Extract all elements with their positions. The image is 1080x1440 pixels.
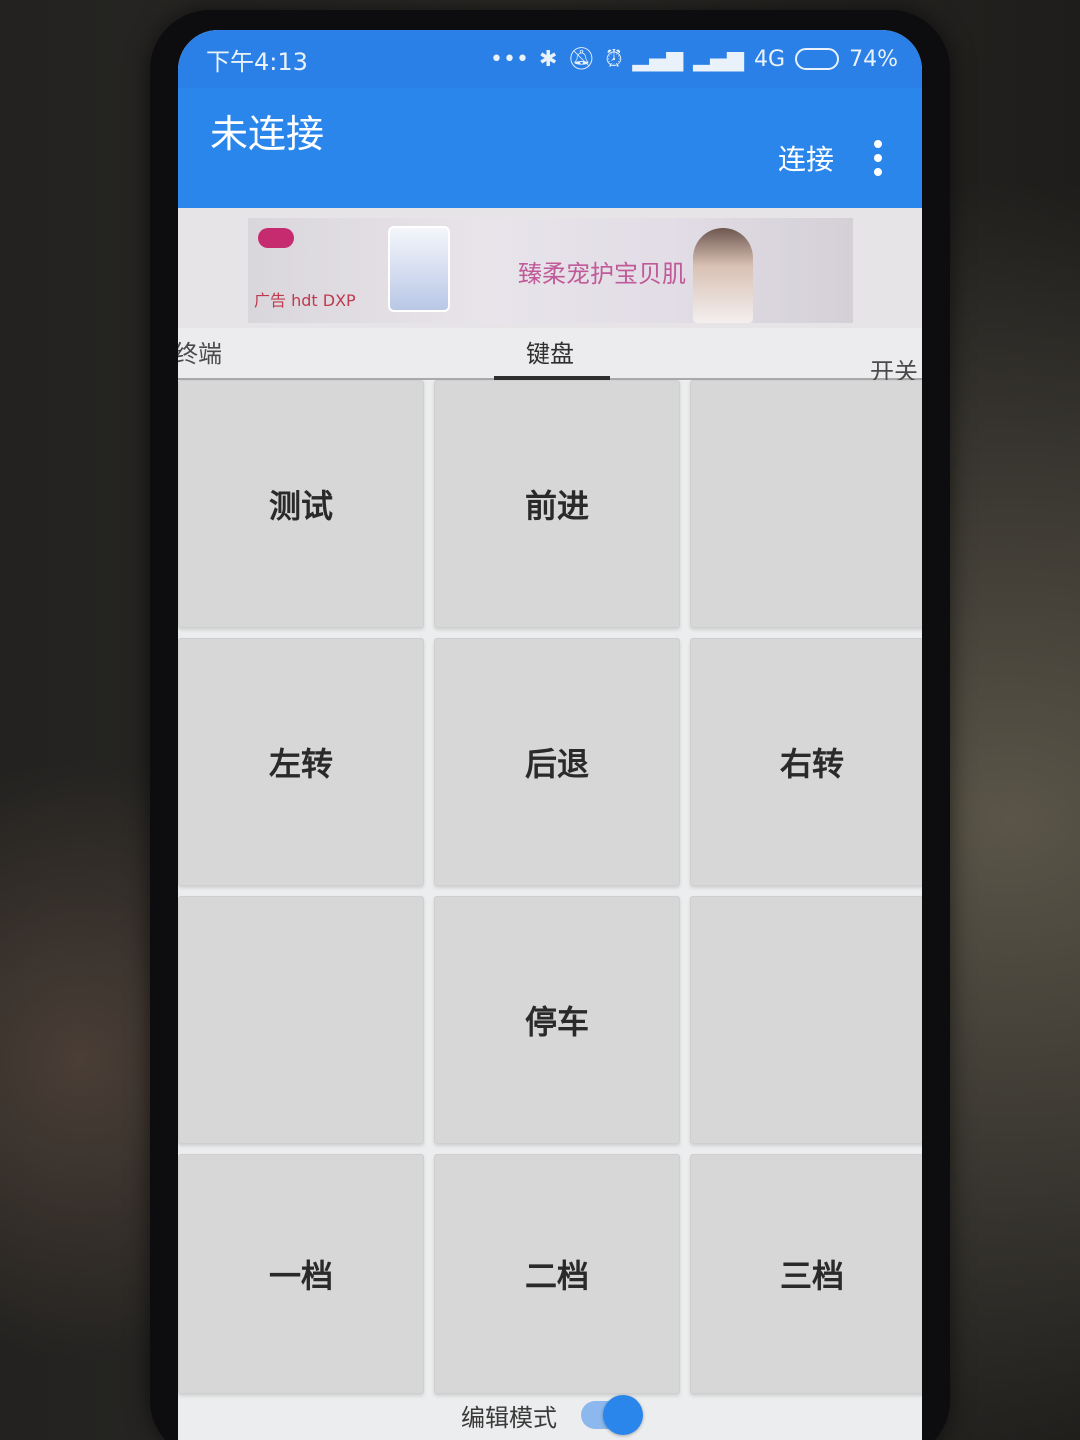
ad-brand-text: 广告 hdt DXP <box>254 291 356 310</box>
toggle-thumb <box>603 1395 643 1435</box>
key-empty-2[interactable] <box>178 896 424 1144</box>
edit-mode-label: 编辑模式 <box>461 1403 557 1432</box>
battery-icon <box>795 48 840 70</box>
key-forward[interactable]: 前进 <box>434 380 680 628</box>
footer: 编辑模式 <box>178 1380 922 1440</box>
status-time: 下午4:13 <box>206 47 308 76</box>
battery-percent: 74% <box>849 46 898 72</box>
network-type: 4G <box>754 46 786 72</box>
keypad-grid: 测试 前进 左转 后退 右转 停车 一档 二档 三档 <box>178 380 922 1400</box>
key-backward[interactable]: 后退 <box>434 638 680 886</box>
ad-photo <box>693 228 753 323</box>
key-stop[interactable]: 停车 <box>434 896 680 1144</box>
bluetooth-icon: ✱ <box>538 46 558 72</box>
edit-mode-toggle[interactable] <box>581 1395 643 1435</box>
status-bar: 下午4:13 ••• ✱ 🔕︎ ⏰︎ ▂▄▆ ▂▄▆ 4G 74% <box>178 30 922 88</box>
brand-logo <box>258 228 294 248</box>
tab-keyboard[interactable]: 键盘 <box>526 334 574 369</box>
connect-button[interactable]: 连接 <box>778 138 834 178</box>
signal-icon: ▂▄▆ <box>632 46 684 72</box>
key-test[interactable]: 测试 <box>178 380 424 628</box>
tab-terminal[interactable]: 终端 <box>178 334 222 369</box>
app-bar: 未连接 连接 <box>178 88 922 208</box>
mute-icon: 🔕︎ <box>567 46 596 72</box>
more-dots-icon: ••• <box>490 46 529 72</box>
key-gear-3[interactable]: 三档 <box>690 1154 922 1394</box>
key-turn-right[interactable]: 右转 <box>690 638 922 886</box>
key-gear-1[interactable]: 一档 <box>178 1154 424 1394</box>
signal-icon: ▂▄▆ <box>693 46 745 72</box>
key-empty-3[interactable] <box>690 896 922 1144</box>
phone-screen: 下午4:13 ••• ✱ 🔕︎ ⏰︎ ▂▄▆ ▂▄▆ 4G 74% 未连接 连接… <box>178 30 922 1440</box>
overflow-menu-icon[interactable] <box>874 140 882 176</box>
status-icons: ••• ✱ 🔕︎ ⏰︎ ▂▄▆ ▂▄▆ 4G 74% <box>490 47 898 72</box>
ad-slogan: 臻柔宠护宝贝肌 <box>518 260 686 288</box>
key-empty-1[interactable] <box>690 380 922 628</box>
product-image <box>388 226 450 312</box>
ad-area: 臻柔宠护宝贝肌 广告 hdt DXP <box>178 208 922 328</box>
tab-bar: 终端 键盘 开关 <box>178 328 922 386</box>
page-title: 未连接 <box>210 111 325 156</box>
key-gear-2[interactable]: 二档 <box>434 1154 680 1394</box>
alarm-icon: ⏰︎ <box>605 46 623 72</box>
ad-banner[interactable]: 臻柔宠护宝贝肌 广告 hdt DXP <box>248 218 853 323</box>
key-turn-left[interactable]: 左转 <box>178 638 424 886</box>
